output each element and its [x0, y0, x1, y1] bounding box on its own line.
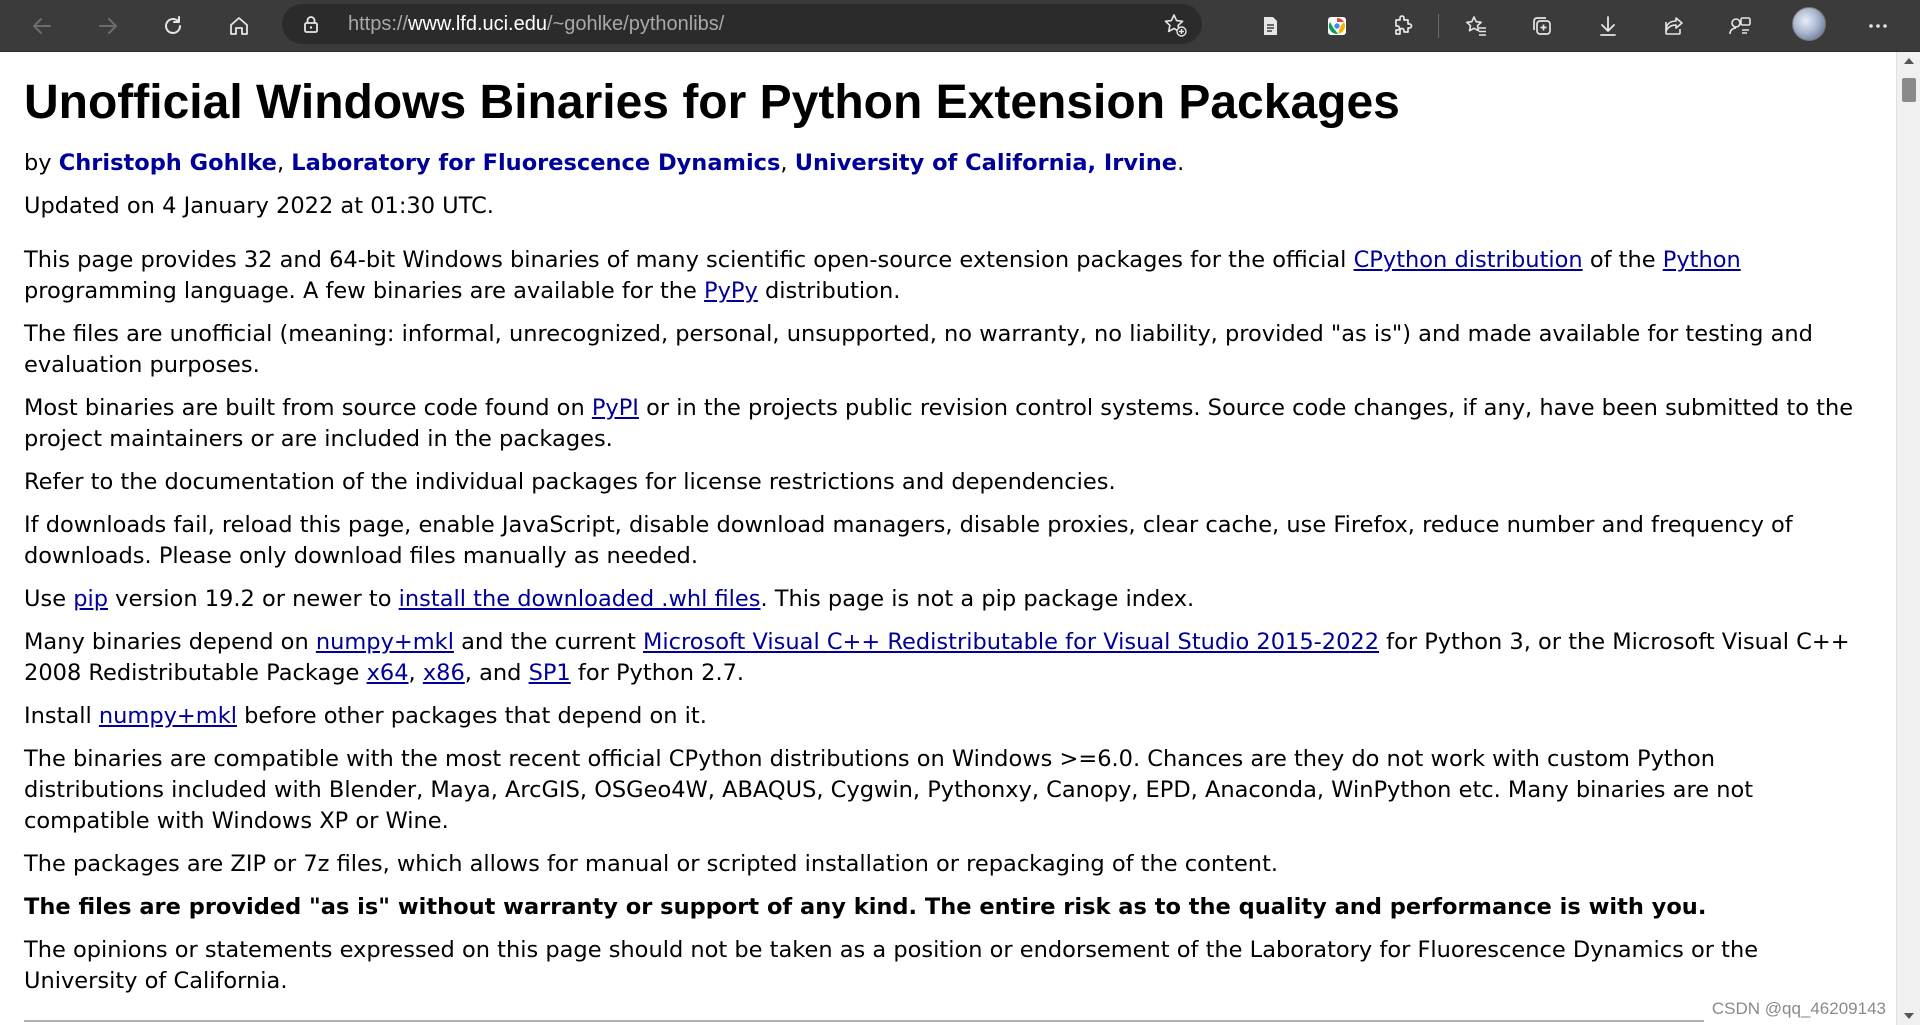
scroll-down-icon[interactable] — [1904, 1013, 1914, 1019]
pip-link[interactable]: pip — [73, 586, 108, 612]
share-button[interactable] — [1654, 6, 1694, 46]
text: version 19.2 or newer to — [108, 586, 399, 612]
more-icon — [1869, 24, 1887, 28]
text: This page provides 32 and 64-bit Windows… — [24, 247, 1354, 273]
x86-link[interactable]: x86 — [423, 660, 465, 686]
puzzle-icon — [1395, 15, 1413, 35]
collections-icon — [1533, 17, 1551, 35]
divider — [24, 1020, 1704, 1022]
warranty-paragraph: The files are provided "as is" without w… — [24, 892, 1854, 923]
sp1-link[interactable]: SP1 — [529, 660, 571, 686]
compatibility-paragraph: The binaries are compatible with the mos… — [24, 746, 1754, 834]
reading-view-button[interactable] — [1250, 6, 1290, 46]
pypy-link[interactable]: PyPy — [704, 278, 758, 304]
byline-sep: , — [780, 150, 795, 176]
install-numpy-paragraph: Install numpy+mkl before other packages … — [24, 701, 1854, 732]
text: of the — [1582, 247, 1663, 273]
text: , — [408, 660, 423, 686]
download-icon — [1600, 16, 1616, 36]
reading-view-icon — [1264, 17, 1277, 35]
favorites-button[interactable] — [1456, 6, 1496, 46]
text: . This page is not a pip package index. — [760, 586, 1195, 612]
author-link[interactable]: Christoph Gohlke — [59, 150, 277, 176]
x64-link[interactable]: x64 — [367, 660, 409, 686]
pypi-link[interactable]: PyPI — [592, 395, 639, 421]
collections-button[interactable] — [1522, 6, 1562, 46]
address-bar[interactable]: https://www.lfd.uci.edu/~gohlke/pythonli… — [282, 4, 1202, 44]
page-title: Unofficial Windows Binaries for Python E… — [24, 76, 1400, 129]
text: distribution. — [757, 278, 901, 304]
unofficial-paragraph: The files are unofficial (meaning: infor… — [24, 321, 1813, 378]
byline: by Christoph Gohlke, Laboratory for Fluo… — [24, 148, 1854, 179]
license-paragraph: Refer to the documentation of the indivi… — [24, 469, 1116, 495]
lab-link[interactable]: Laboratory for Fluorescence Dynamics — [291, 150, 780, 176]
url-path: /~gohlke/pythonlibs/ — [547, 13, 725, 35]
byline-by: by — [24, 150, 59, 176]
dependencies-paragraph: Many binaries depend on numpy+mkl and th… — [24, 627, 1854, 689]
avatar[interactable] — [1792, 7, 1826, 41]
watermark: CSDN @qq_46209143 — [1711, 999, 1886, 1018]
text: before other packages that depend on it. — [236, 703, 707, 729]
install-whl-link[interactable]: install the downloaded .whl files — [399, 586, 761, 612]
vertical-scrollbar[interactable] — [1896, 52, 1920, 1025]
refresh-icon — [165, 16, 181, 34]
forward-icon — [99, 18, 117, 34]
byline-end: . — [1177, 150, 1185, 176]
python-link[interactable]: Python — [1663, 247, 1741, 273]
toolbar-separator — [1438, 14, 1439, 38]
home-icon — [230, 17, 248, 35]
forward-button[interactable] — [88, 6, 128, 46]
url-domain: www.lfd.uci.edu — [408, 13, 547, 35]
university-link[interactable]: University of California, Irvine — [795, 150, 1177, 176]
packages-paragraph: The packages are ZIP or 7z files, which … — [24, 851, 1279, 877]
downloads-button[interactable] — [1588, 6, 1628, 46]
add-favorite-icon[interactable] — [1162, 12, 1188, 38]
opinions-paragraph: The opinions or statements expressed on … — [24, 937, 1759, 994]
back-button[interactable] — [22, 6, 62, 46]
byline-sep: , — [276, 150, 292, 176]
feedback-button[interactable] — [1720, 6, 1760, 46]
numpy-mkl-link[interactable]: numpy+mkl — [99, 703, 237, 729]
back-icon — [33, 18, 51, 34]
warranty-text: The files are provided "as is" without w… — [24, 894, 1707, 920]
url-text[interactable]: https://www.lfd.uci.edu/~gohlke/pythonli… — [348, 4, 724, 44]
text: Use — [24, 586, 74, 612]
text: for Python 2.7. — [570, 660, 745, 686]
downloads-paragraph: If downloads fail, reload this page, ena… — [24, 512, 1793, 569]
text: Most binaries are built from source code… — [24, 395, 592, 421]
updated-text: Updated on 4 January 2022 at 01:30 UTC. — [24, 193, 494, 219]
web-page: Unofficial Windows Binaries for Python E… — [0, 52, 1896, 1025]
browser-toolbar: https://www.lfd.uci.edu/~gohlke/pythonli… — [0, 0, 1920, 52]
share-icon — [1665, 17, 1683, 35]
scroll-up-icon[interactable] — [1904, 58, 1914, 64]
numpy-mkl-link[interactable]: numpy+mkl — [316, 629, 454, 655]
vc-redist-link[interactable]: Microsoft Visual C++ Redistributable for… — [643, 629, 1379, 655]
text: programming language. A few binaries are… — [24, 278, 705, 304]
text: Many binaries depend on — [24, 629, 316, 655]
lock-icon[interactable] — [300, 13, 322, 35]
scrollbar-thumb[interactable] — [1902, 78, 1916, 102]
extensions-button[interactable] — [1383, 6, 1423, 46]
source-paragraph: Most binaries are built from source code… — [24, 393, 1854, 455]
extension-button[interactable] — [1317, 6, 1357, 46]
text: , and — [464, 660, 529, 686]
text: and the current — [453, 629, 643, 655]
cpython-link[interactable]: CPython distribution — [1354, 247, 1583, 273]
pip-paragraph: Use pip version 19.2 or newer to install… — [24, 584, 1854, 615]
refresh-button[interactable] — [153, 6, 193, 46]
home-button[interactable] — [219, 6, 259, 46]
feedback-icon — [1729, 17, 1751, 35]
favorites-icon — [1466, 16, 1486, 36]
intro-paragraph: This page provides 32 and 64-bit Windows… — [24, 245, 1854, 307]
url-prefix: https:// — [348, 13, 409, 35]
extension-icon — [1328, 17, 1346, 35]
text: Install — [24, 703, 99, 729]
more-button[interactable] — [1858, 6, 1898, 46]
